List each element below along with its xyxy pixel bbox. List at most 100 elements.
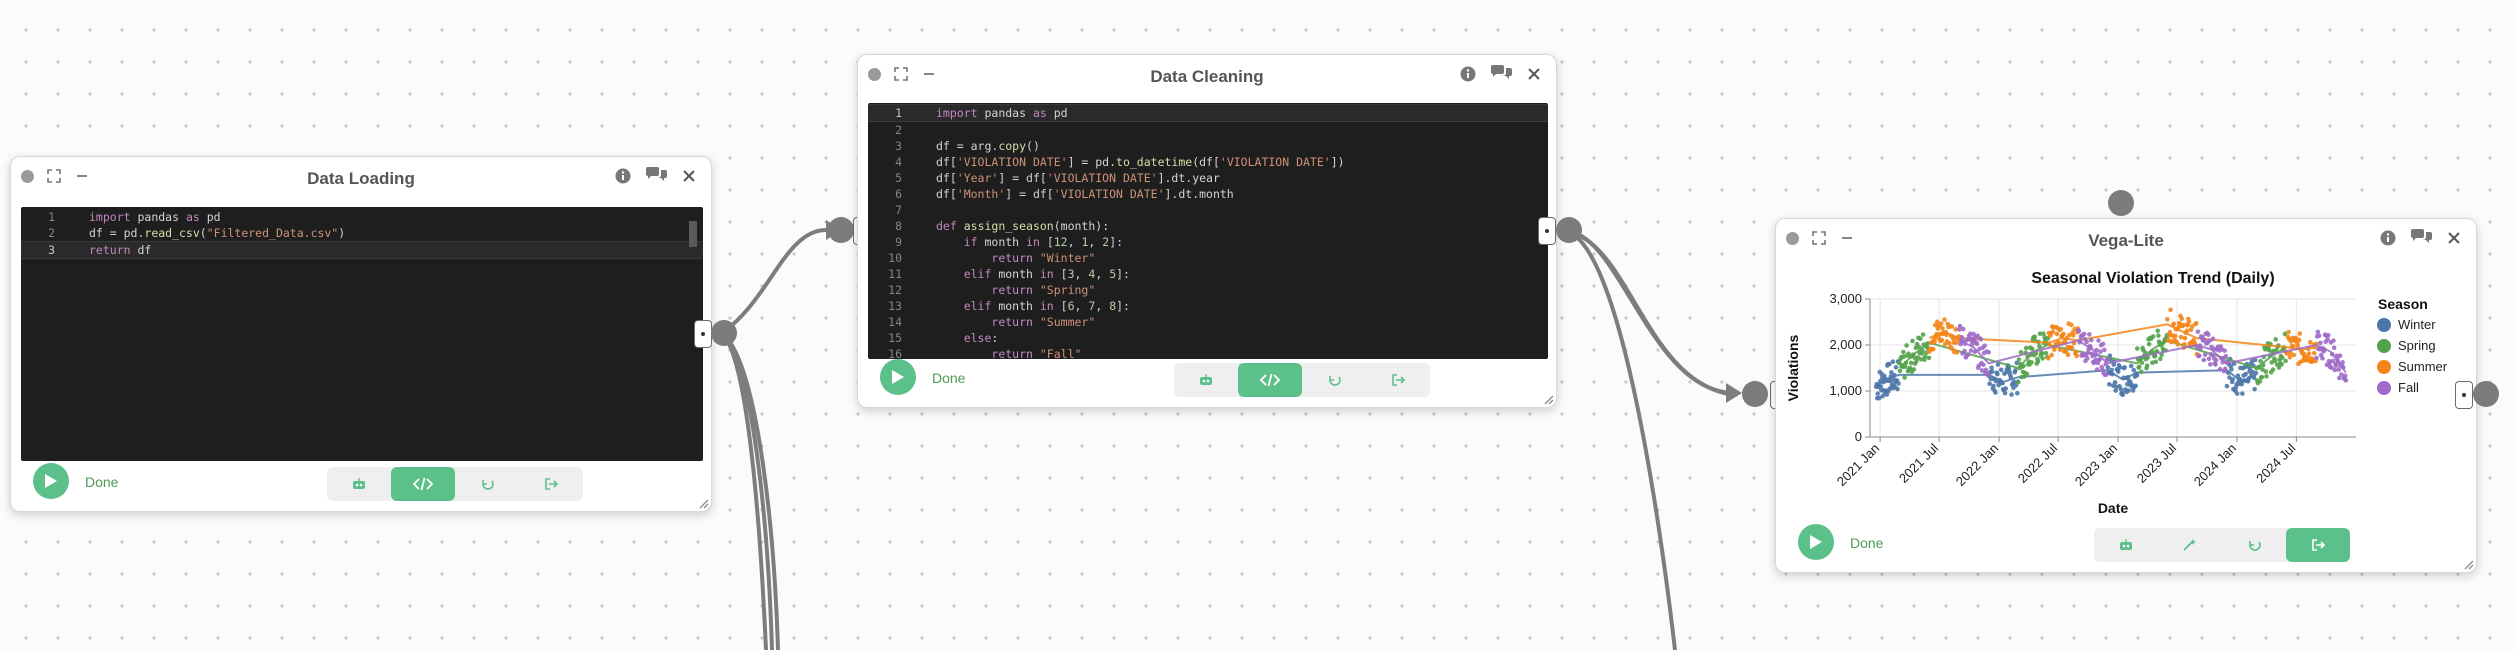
node-titlebar[interactable]: Vega-Lite xyxy=(1776,219,2476,261)
undo-button[interactable] xyxy=(1302,363,1366,397)
close-icon[interactable] xyxy=(681,168,697,184)
expand-icon[interactable] xyxy=(1811,230,1827,246)
dot-icon[interactable] xyxy=(1786,231,1799,245)
code-line[interactable]: 1 import pandas as pd xyxy=(21,209,703,225)
info-icon[interactable] xyxy=(615,168,631,184)
output-port-handle[interactable] xyxy=(2455,381,2473,409)
node-titlebar[interactable]: Data Cleaning xyxy=(858,55,1556,97)
data-point-summer xyxy=(2065,352,2071,358)
code-editor[interactable]: 1 import pandas as pd 2 df = pd.read_csv("F… xyxy=(21,207,703,461)
data-point-winter xyxy=(2013,368,2018,373)
magic-button[interactable] xyxy=(2158,528,2222,562)
dot-icon[interactable] xyxy=(868,67,881,81)
chat-icon[interactable] xyxy=(1490,65,1512,83)
code-line[interactable]: 2 df = pd.read_csv("Filtered_Data.csv") xyxy=(21,225,703,241)
code-line[interactable]: 8 def assign_season(month): xyxy=(868,218,1548,234)
code-line[interactable]: 6 df['Month'] = df['VIOLATION DATE'].dt.m… xyxy=(868,186,1548,202)
y-axis-label: Violations xyxy=(1786,334,1801,401)
code-line[interactable]: 5 df['Year'] = df['VIOLATION DATE'].dt.ye… xyxy=(868,170,1548,186)
code-line[interactable]: 12 return "Spring" xyxy=(868,282,1548,298)
ai-button[interactable] xyxy=(2094,528,2158,562)
minimize-icon[interactable] xyxy=(921,66,937,82)
code-editor[interactable]: 1 import pandas as pd 2 3 df = arg.copy() 4 df… xyxy=(868,103,1548,359)
input-port[interactable] xyxy=(1742,381,1768,407)
minimize-icon[interactable] xyxy=(1839,230,1855,246)
minimize-icon[interactable] xyxy=(74,168,90,184)
run-button[interactable] xyxy=(33,463,69,499)
close-icon[interactable] xyxy=(2446,230,2462,246)
code-line[interactable]: 11 elif month in [3, 4, 5]: xyxy=(868,266,1548,282)
node-data-cleaning[interactable]: Data Cleaning 1 import pandas as pd 2 3 df =… xyxy=(857,54,1557,408)
data-point-summer xyxy=(1930,346,1936,352)
expand-icon[interactable] xyxy=(893,66,909,82)
output-button[interactable] xyxy=(2286,528,2350,562)
output-icon xyxy=(2312,539,2325,551)
undo-button[interactable] xyxy=(455,467,519,501)
code-line[interactable]: 9 if month in [12, 1, 2]: xyxy=(868,234,1548,250)
node-titlebar[interactable]: Data Loading xyxy=(11,157,711,199)
port-dot-icon xyxy=(1545,229,1549,233)
output-port-handle[interactable] xyxy=(694,320,712,348)
line-number: 4 xyxy=(895,155,902,169)
close-icon[interactable] xyxy=(1526,66,1542,82)
ai-button[interactable] xyxy=(1174,363,1238,397)
resize-handle[interactable] xyxy=(697,497,709,509)
dot-icon[interactable] xyxy=(21,169,34,183)
data-point-fall xyxy=(2100,341,2106,347)
data-point-spring xyxy=(2156,333,2161,338)
code-button[interactable] xyxy=(391,467,455,501)
code-line[interactable]: 4 df['VIOLATION DATE'] = pd.to_datetime(d… xyxy=(868,154,1548,170)
expand-icon[interactable] xyxy=(46,168,62,184)
data-point-spring xyxy=(1907,365,1913,371)
data-point-fall xyxy=(2089,337,2094,343)
code-line[interactable]: 3 df = arg.copy() xyxy=(868,138,1548,154)
data-point-summer xyxy=(2171,321,2177,327)
output-button[interactable] xyxy=(519,467,583,501)
run-button[interactable] xyxy=(880,359,916,395)
run-button[interactable] xyxy=(1798,524,1834,560)
output-port[interactable] xyxy=(711,320,737,346)
node-vega-lite[interactable]: Vega-Lite Seasonal Violation Trend (Dail… xyxy=(1775,218,2477,573)
data-point-fall xyxy=(1981,362,1986,368)
data-point-fall xyxy=(1978,336,1984,342)
resize-handle[interactable] xyxy=(2462,558,2474,570)
info-icon[interactable] xyxy=(2380,230,2396,246)
resize-handle[interactable] xyxy=(1542,393,1554,405)
data-point-summer xyxy=(2054,331,2060,337)
code-line[interactable]: 3 return df xyxy=(21,241,703,259)
code-line[interactable]: 1 import pandas as pd xyxy=(868,104,1548,122)
data-point-winter xyxy=(2253,370,2259,376)
chat-icon[interactable] xyxy=(645,167,667,185)
chart-title: Seasonal Violation Trend (Daily) xyxy=(2031,270,2274,287)
play-icon xyxy=(892,370,904,384)
output-port[interactable] xyxy=(2473,381,2499,407)
chat-icon[interactable] xyxy=(2410,229,2432,247)
ai-button[interactable] xyxy=(327,467,391,501)
code-line[interactable]: 14 return "Summer" xyxy=(868,314,1548,330)
code-line[interactable]: 2 xyxy=(868,122,1548,138)
input-port[interactable] xyxy=(828,217,854,243)
data-point-fall xyxy=(2102,347,2107,353)
line-number: 1 xyxy=(895,106,902,120)
data-point-summer xyxy=(1938,321,1944,326)
output-port[interactable] xyxy=(1556,217,1582,243)
data-point-spring xyxy=(2258,358,2263,364)
info-icon[interactable] xyxy=(1460,66,1476,82)
editor-scrollbar[interactable] xyxy=(689,221,697,247)
code-line[interactable]: 13 elif month in [6, 7, 8]: xyxy=(868,298,1548,314)
data-point-winter xyxy=(1893,365,1899,370)
output-port-handle[interactable] xyxy=(1538,217,1556,245)
data-point-summer xyxy=(2047,342,2052,347)
node-data-loading[interactable]: Data Loading 1 import pandas as pd 2 df = p… xyxy=(10,156,712,512)
data-point-fall xyxy=(2097,356,2103,362)
code-line[interactable]: 10 return "Winter" xyxy=(868,250,1548,266)
code-line[interactable]: 7 xyxy=(868,202,1548,218)
data-point-fall xyxy=(1959,335,1965,340)
output-button[interactable] xyxy=(1366,363,1430,397)
top-port[interactable] xyxy=(2108,190,2134,216)
code-button[interactable] xyxy=(1238,363,1302,397)
data-point-winter xyxy=(2224,383,2230,389)
code-line[interactable]: 15 else: xyxy=(868,330,1548,346)
line-code: elif month in [6, 7, 8]: xyxy=(963,299,1130,313)
undo-button[interactable] xyxy=(2222,528,2286,562)
